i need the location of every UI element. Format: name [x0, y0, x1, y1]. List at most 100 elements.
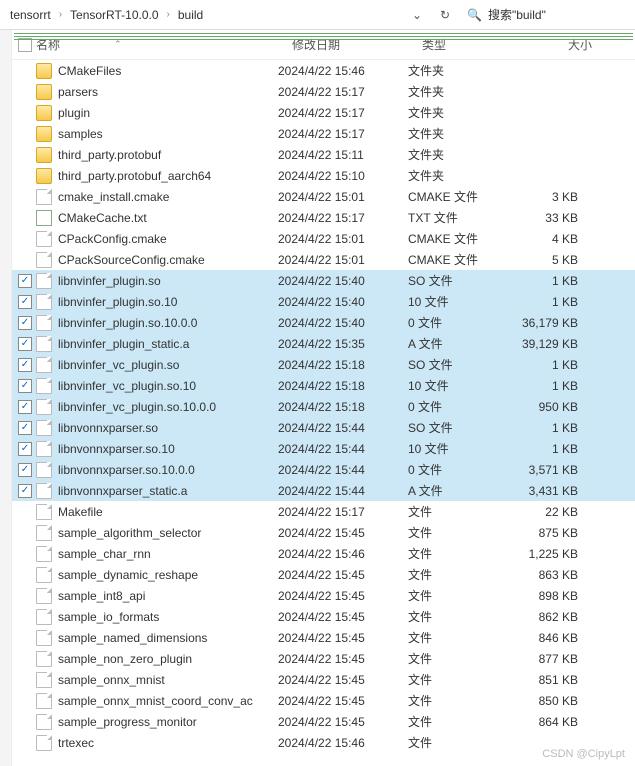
row-checkbox[interactable]: ✓ [18, 274, 32, 288]
file-icon [36, 714, 52, 730]
table-row[interactable]: third_party.protobuf2024/4/22 15:11文件夹 [12, 144, 635, 165]
col-name[interactable]: 名称 [36, 36, 60, 53]
row-checkbox[interactable]: ✓ [18, 484, 32, 498]
table-row[interactable]: ✓libnvinfer_plugin.so.102024/4/22 15:401… [12, 291, 635, 312]
file-icon [36, 315, 52, 331]
file-date: 2024/4/22 15:45 [278, 694, 408, 708]
table-row[interactable]: ✓libnvinfer_vc_plugin.so2024/4/22 15:18S… [12, 354, 635, 375]
row-checkbox[interactable]: ✓ [18, 421, 32, 435]
table-row[interactable]: sample_named_dimensions2024/4/22 15:45文件… [12, 627, 635, 648]
file-size: 862 KB [508, 610, 588, 624]
row-checkbox[interactable]: ✓ [18, 463, 32, 477]
row-checkbox[interactable]: ✓ [18, 358, 32, 372]
table-row[interactable]: ✓libnvinfer_plugin.so2024/4/22 15:40SO 文… [12, 270, 635, 291]
table-row[interactable]: Makefile2024/4/22 15:17文件22 KB [12, 501, 635, 522]
col-date[interactable]: 修改日期 [292, 38, 340, 52]
file-date: 2024/4/22 15:18 [278, 379, 408, 393]
file-type: 10 文件 [408, 440, 508, 457]
crumb-tensorrt[interactable]: tensorrt [6, 6, 55, 24]
file-icon [36, 693, 52, 709]
row-checkbox[interactable]: ✓ [18, 379, 32, 393]
table-row[interactable]: sample_progress_monitor2024/4/22 15:45文件… [12, 711, 635, 732]
table-row[interactable]: sample_onnx_mnist_coord_conv_ac2024/4/22… [12, 690, 635, 711]
crumb-build[interactable]: build [174, 6, 207, 24]
file-date: 2024/4/22 15:17 [278, 106, 408, 120]
table-row[interactable]: CMakeFiles2024/4/22 15:46文件夹 [12, 60, 635, 81]
table-row[interactable]: samples2024/4/22 15:17文件夹 [12, 123, 635, 144]
file-type: 0 文件 [408, 314, 508, 331]
file-date: 2024/4/22 15:45 [278, 610, 408, 624]
file-icon [36, 567, 52, 583]
table-row[interactable]: ✓libnvinfer_plugin_static.a2024/4/22 15:… [12, 333, 635, 354]
row-checkbox[interactable]: ✓ [18, 337, 32, 351]
table-row[interactable]: sample_non_zero_plugin2024/4/22 15:45文件8… [12, 648, 635, 669]
file-name: CPackConfig.cmake [58, 232, 278, 246]
row-checkbox[interactable]: ✓ [18, 295, 32, 309]
file-type: 文件夹 [408, 125, 508, 142]
row-checkbox[interactable]: ✓ [18, 400, 32, 414]
table-row[interactable]: ✓libnvinfer_vc_plugin.so.102024/4/22 15:… [12, 375, 635, 396]
file-date: 2024/4/22 15:40 [278, 316, 408, 330]
table-row[interactable]: ✓libnvinfer_plugin.so.10.0.02024/4/22 15… [12, 312, 635, 333]
chevron-right-icon: › [57, 9, 64, 20]
table-row[interactable]: cmake_install.cmake2024/4/22 15:01CMAKE … [12, 186, 635, 207]
file-name: parsers [58, 85, 278, 99]
file-type: 10 文件 [408, 377, 508, 394]
table-row[interactable]: CPackSourceConfig.cmake2024/4/22 15:01CM… [12, 249, 635, 270]
file-size: 1 KB [508, 295, 588, 309]
file-icon [36, 651, 52, 667]
table-row[interactable]: sample_char_rnn2024/4/22 15:46文件1,225 KB [12, 543, 635, 564]
table-row[interactable]: sample_algorithm_selector2024/4/22 15:45… [12, 522, 635, 543]
crumb-tensorrt-10[interactable]: TensorRT-10.0.0 [66, 6, 163, 24]
table-row[interactable]: ✓libnvonnxparser.so.102024/4/22 15:4410 … [12, 438, 635, 459]
file-name: sample_char_rnn [58, 547, 278, 561]
table-row[interactable]: CPackConfig.cmake2024/4/22 15:01CMAKE 文件… [12, 228, 635, 249]
file-date: 2024/4/22 15:17 [278, 85, 408, 99]
table-row[interactable]: sample_int8_api2024/4/22 15:45文件898 KB [12, 585, 635, 606]
table-row[interactable]: sample_dynamic_reshape2024/4/22 15:45文件8… [12, 564, 635, 585]
row-checkbox[interactable]: ✓ [18, 316, 32, 330]
table-row[interactable]: parsers2024/4/22 15:17文件夹 [12, 81, 635, 102]
file-date: 2024/4/22 15:40 [278, 274, 408, 288]
file-size: 3,571 KB [508, 463, 588, 477]
table-row[interactable]: sample_onnx_mnist2024/4/22 15:45文件851 KB [12, 669, 635, 690]
col-size[interactable]: 大小 [568, 38, 592, 52]
file-type: 文件 [408, 734, 508, 751]
file-date: 2024/4/22 15:01 [278, 253, 408, 267]
table-row[interactable]: ✓libnvonnxparser.so2024/4/22 15:44SO 文件1… [12, 417, 635, 438]
file-name: libnvinfer_plugin.so.10 [58, 295, 278, 309]
col-type[interactable]: 类型 [422, 38, 446, 52]
file-date: 2024/4/22 15:01 [278, 232, 408, 246]
table-row[interactable]: third_party.protobuf_aarch642024/4/22 15… [12, 165, 635, 186]
select-all-checkbox[interactable] [18, 38, 32, 52]
file-name: sample_dynamic_reshape [58, 568, 278, 582]
file-date: 2024/4/22 15:44 [278, 484, 408, 498]
file-date: 2024/4/22 15:45 [278, 589, 408, 603]
file-icon [36, 273, 52, 289]
file-name: sample_algorithm_selector [58, 526, 278, 540]
file-icon [36, 441, 52, 457]
file-type: SO 文件 [408, 272, 508, 289]
history-dropdown-icon[interactable]: ⌄ [405, 3, 429, 27]
file-icon [36, 525, 52, 541]
file-type: SO 文件 [408, 419, 508, 436]
file-date: 2024/4/22 15:44 [278, 463, 408, 477]
chevron-right-icon: › [165, 9, 172, 20]
table-row[interactable]: plugin2024/4/22 15:17文件夹 [12, 102, 635, 123]
file-date: 2024/4/22 15:45 [278, 568, 408, 582]
table-row[interactable]: ✓libnvonnxparser.so.10.0.02024/4/22 15:4… [12, 459, 635, 480]
breadcrumb[interactable]: tensorrt › TensorRT-10.0.0 › build [4, 0, 401, 29]
file-size: 4 KB [508, 232, 588, 246]
table-row[interactable]: ✓libnvinfer_vc_plugin.so.10.0.02024/4/22… [12, 396, 635, 417]
file-icon [36, 336, 52, 352]
toolbar: tensorrt › TensorRT-10.0.0 › build ⌄ ↻ 🔍… [0, 0, 635, 30]
table-row[interactable]: ✓libnvonnxparser_static.a2024/4/22 15:44… [12, 480, 635, 501]
table-row[interactable]: CMakeCache.txt2024/4/22 15:17TXT 文件33 KB [12, 207, 635, 228]
refresh-icon[interactable]: ↻ [433, 3, 457, 27]
search-box[interactable]: 🔍 搜索"build" [461, 3, 631, 27]
row-checkbox[interactable]: ✓ [18, 442, 32, 456]
table-row[interactable]: sample_io_formats2024/4/22 15:45文件862 KB [12, 606, 635, 627]
file-name: libnvinfer_vc_plugin.so [58, 358, 278, 372]
file-size: 1 KB [508, 358, 588, 372]
file-name: sample_progress_monitor [58, 715, 278, 729]
